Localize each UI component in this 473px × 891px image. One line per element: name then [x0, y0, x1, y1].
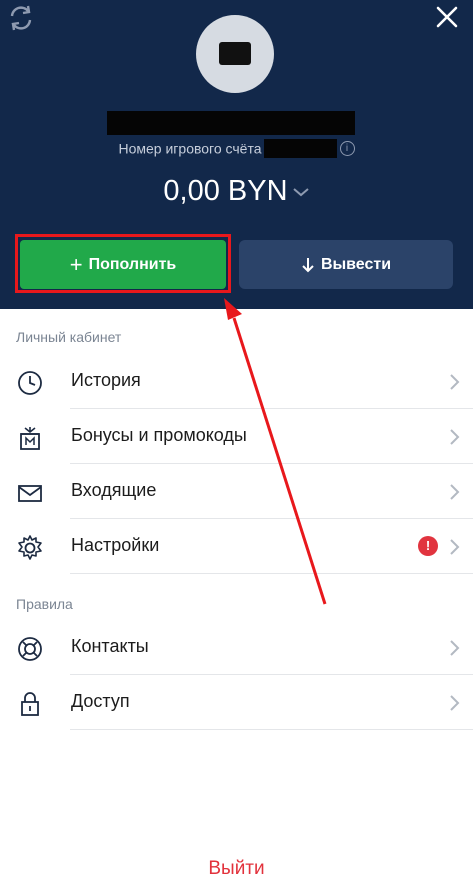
arrow-down-icon — [302, 257, 314, 272]
menu-item-label: Бонусы и промокоды — [71, 425, 247, 445]
account-number-redaction — [263, 139, 337, 158]
info-icon[interactable]: i — [339, 141, 355, 156]
menu-item-settings[interactable]: Настройки ! — [0, 519, 473, 574]
balance-display[interactable]: 0,00 BYN — [0, 175, 473, 208]
withdraw-button[interactable]: Вывести — [239, 240, 453, 289]
menu-item-history[interactable]: История — [0, 354, 473, 409]
menu-item-contacts[interactable]: Контакты — [0, 620, 473, 675]
section-rules-label: Правила — [16, 596, 73, 612]
lifebuoy-icon — [18, 637, 42, 661]
avatar-redaction — [219, 42, 251, 65]
chevron-right-icon — [450, 374, 460, 390]
menu-item-bonuses[interactable]: Бонусы и промокоды — [0, 409, 473, 464]
chevron-right-icon — [450, 640, 460, 656]
refresh-icon[interactable] — [6, 3, 36, 33]
withdraw-label: Вывести — [320, 255, 392, 273]
gift-icon — [20, 427, 40, 450]
account-number-label: Номер игрового счёта — [118, 140, 262, 157]
lock-icon — [21, 692, 39, 716]
clock-icon — [18, 371, 42, 395]
divider — [70, 729, 473, 730]
section-personal-label: Личный кабинет — [16, 329, 122, 345]
divider — [70, 573, 473, 574]
username-redaction — [107, 111, 355, 135]
menu-item-label: Настройки — [71, 535, 160, 555]
envelope-icon — [18, 485, 42, 502]
deposit-highlight-frame — [15, 234, 231, 293]
menu-item-label: Контакты — [71, 636, 149, 656]
chevron-right-icon — [450, 429, 460, 445]
gear-icon — [18, 535, 42, 560]
balance-value: 0,00 BYN — [163, 175, 288, 207]
account-number-row: Номер игрового счёта i — [0, 139, 473, 161]
menu-item-inbox[interactable]: Входящие — [0, 464, 473, 519]
close-icon[interactable] — [434, 4, 460, 30]
menu-item-label: Входящие — [71, 480, 157, 500]
menu-item-label: Доступ — [71, 691, 130, 711]
chevron-down-icon — [292, 188, 309, 197]
chevron-right-icon — [450, 484, 460, 500]
avatar[interactable] — [196, 15, 274, 93]
alert-badge: ! — [418, 536, 438, 556]
chevron-right-icon — [450, 539, 460, 555]
menu-item-label: История — [71, 370, 141, 390]
menu-item-access[interactable]: Доступ — [0, 675, 473, 730]
logout-button[interactable]: Выйти — [0, 858, 473, 880]
chevron-right-icon — [450, 695, 460, 711]
account-header: Номер игрового счёта i 0,00 BYN + Пополни… — [0, 0, 473, 309]
